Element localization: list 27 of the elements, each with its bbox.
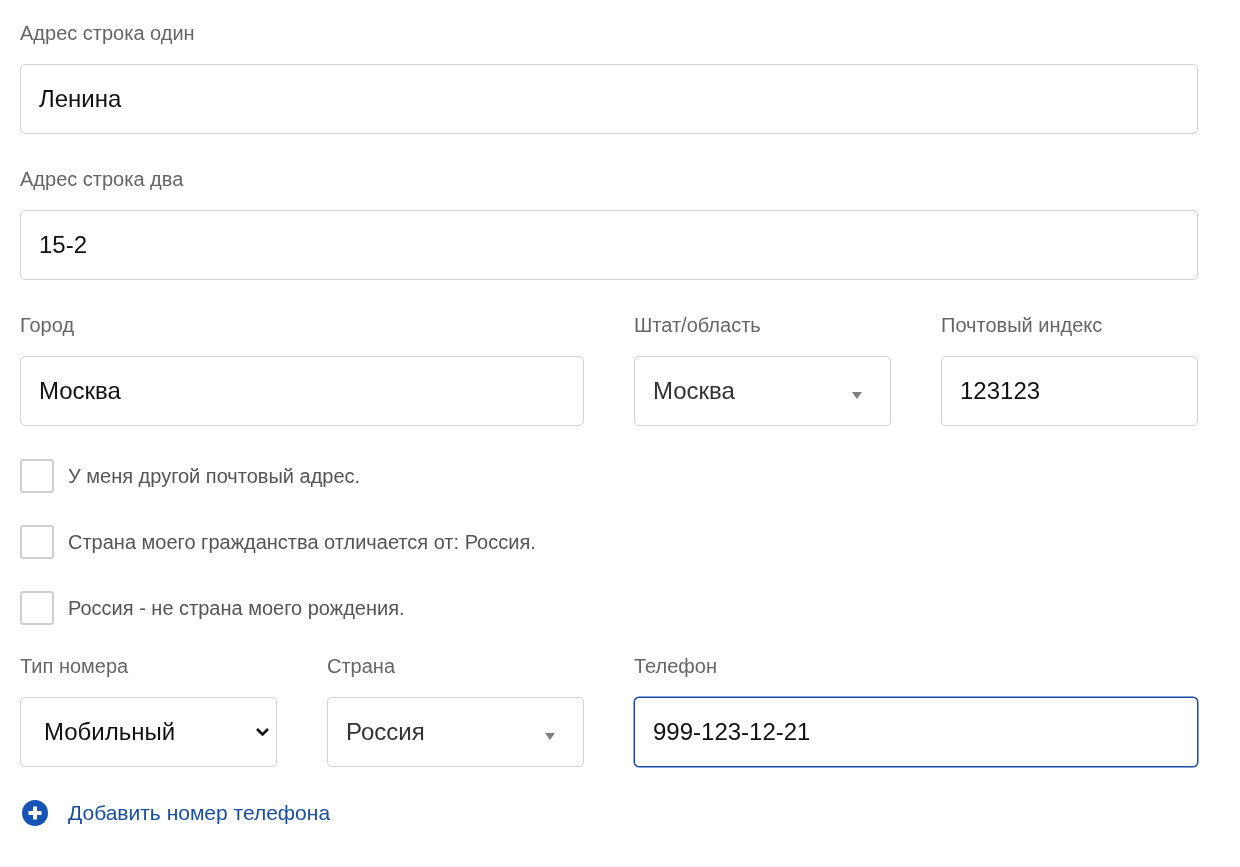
field-label: Тип номера [20, 654, 129, 678]
checkbox[interactable] [20, 459, 54, 493]
checkbox-label: Россия - не страна моего рождения. [68, 596, 405, 620]
checkbox-label: У меня другой почтовый адрес. [68, 464, 361, 488]
field-label: Штат/область [634, 313, 761, 337]
checkbox-label: Страна моего гражданства отличается от: Россия. [68, 530, 536, 554]
dropdown-triangle-icon [545, 732, 555, 740]
field-label: Город [20, 313, 75, 337]
chevron-down-icon [255, 727, 270, 737]
input-field[interactable]: Москва [20, 356, 584, 426]
checkbox[interactable] [20, 591, 54, 625]
checkbox[interactable] [20, 525, 54, 559]
dropdown-triangle-icon [852, 391, 862, 399]
add-phone-link[interactable]: Добавить номер телефона [68, 801, 331, 825]
plus-circle-icon[interactable] [22, 800, 48, 826]
field-label: Почтовый индекс [941, 313, 1103, 337]
dropdown-field[interactable]: Мобильный [20, 697, 277, 767]
input-field[interactable]: 15-2 [20, 210, 1198, 280]
input-field[interactable]: Ленина [20, 64, 1198, 134]
field-label: Телефон [634, 654, 717, 678]
field-label: Адрес строка два [20, 167, 184, 191]
dropdown-field[interactable]: Россия [327, 697, 584, 767]
input-field[interactable]: 123123 [941, 356, 1198, 426]
field-label: Страна [327, 654, 396, 678]
input-field[interactable]: 999-123-12-21 [634, 697, 1198, 767]
field-label: Адрес строка один [20, 21, 195, 45]
dropdown-field[interactable]: Москва [634, 356, 891, 426]
